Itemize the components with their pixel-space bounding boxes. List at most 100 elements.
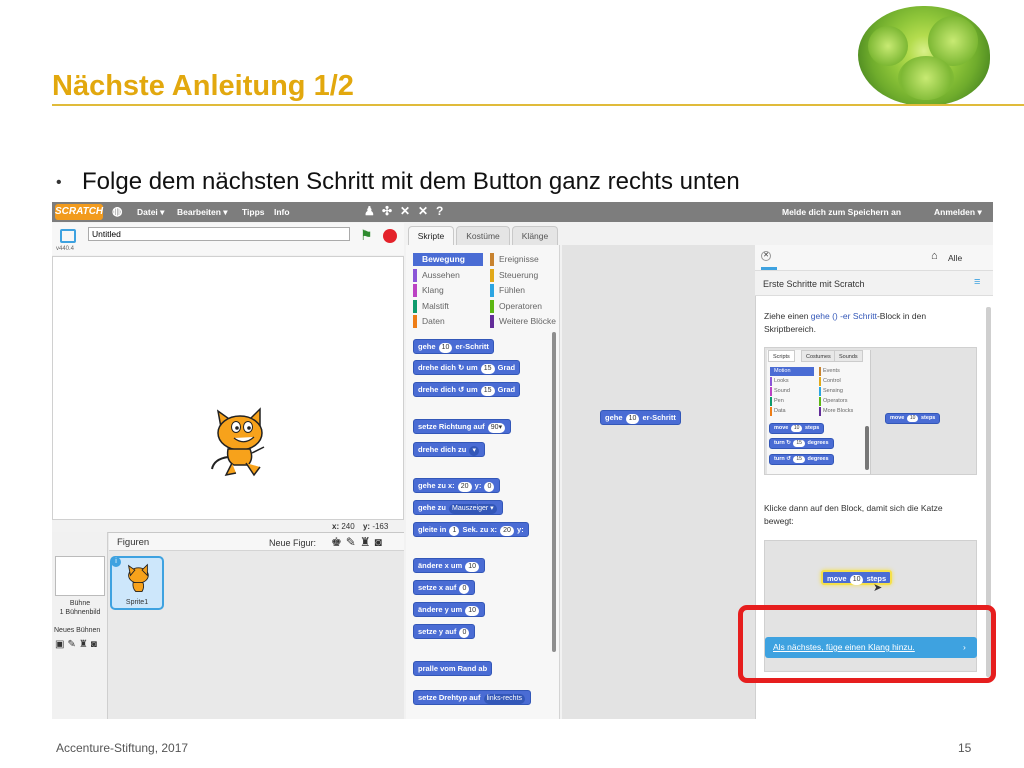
- stage-canvas[interactable]: [52, 256, 404, 520]
- palette-scrollbar[interactable]: [552, 332, 556, 652]
- new-backdrop-icons[interactable]: ▣✎♜◙: [55, 639, 100, 650]
- block-point-direction[interactable]: setze Richtung auf 90▾: [413, 419, 512, 434]
- tips-header: Erste Schritte mit Scratch ≡: [755, 271, 993, 296]
- highlight-box: [738, 605, 996, 683]
- new-backdrop-label: Neues Bühnen: [54, 627, 101, 634]
- duplicate-icon[interactable]: ♟: [364, 204, 375, 218]
- block-bounce[interactable]: pralle vom Rand ab: [413, 661, 493, 676]
- save-hint[interactable]: Melde dich zum Speichern an: [782, 207, 901, 217]
- new-sprite-label: Neue Figur:: [269, 538, 317, 548]
- category-1[interactable]: Bewegung: [413, 253, 483, 266]
- cat-sprite[interactable]: [208, 403, 270, 479]
- flower-image: [858, 6, 990, 106]
- scratch-logo[interactable]: SCRATCH: [55, 204, 103, 220]
- coord-y-label: y:: [362, 522, 371, 531]
- presentation-slide: Nächste Anleitung 1/2 • Folge dem nächst…: [0, 0, 1024, 768]
- block-turn-right[interactable]: drehe dich ↻ um 15 Grad: [413, 360, 521, 375]
- slide-title: Nächste Anleitung 1/2: [52, 70, 354, 102]
- title-divider: [52, 104, 1024, 106]
- block-change-y[interactable]: ändere y um 10: [413, 602, 486, 617]
- stage-label-wrap: Bühne 1 Bühnenbild: [52, 599, 108, 617]
- mini-turn-right-block: turn ↻ 15 degrees: [769, 438, 834, 449]
- menu-tips[interactable]: Tipps: [242, 207, 265, 217]
- mouse-coords: x: 240 y: -163: [332, 522, 388, 531]
- mini-tab-1: Scripts: [768, 350, 795, 362]
- mini-tab-3: Sounds: [834, 350, 863, 362]
- mini-category-8: Sensing: [819, 387, 865, 396]
- project-title-input[interactable]: [88, 227, 350, 241]
- block-turn-left[interactable]: drehe dich ↺ um 15 Grad: [413, 382, 521, 397]
- grow-icon[interactable]: ✕: [400, 204, 410, 218]
- block-goto-xy[interactable]: gehe zu x: 20 y: 0: [413, 478, 501, 493]
- login-link[interactable]: Anmelden ▾: [934, 207, 982, 218]
- block-set-x[interactable]: setze x auf 0: [413, 580, 476, 595]
- stage-label: Bühne: [69, 600, 91, 607]
- mini-tab-2: Costumes: [801, 350, 836, 362]
- stage-header: v440.4 ⚑: [52, 223, 404, 255]
- menu-about[interactable]: Info: [274, 207, 290, 217]
- fullscreen-icon[interactable]: [60, 229, 76, 243]
- category-7[interactable]: Steuerung: [490, 268, 558, 282]
- tab-sounds[interactable]: Klänge: [512, 226, 558, 246]
- cat-thumb-icon: [127, 563, 149, 592]
- menu-icon[interactable]: ≡: [974, 276, 980, 288]
- menu-file[interactable]: Datei ▾: [137, 207, 164, 218]
- globe-icon[interactable]: ◍: [112, 204, 122, 218]
- close-icon[interactable]: ✕: [761, 251, 771, 261]
- block-rotation-style[interactable]: setze Drehtyp auf links-rechts: [413, 690, 532, 705]
- cut-icon[interactable]: ✣: [382, 204, 392, 218]
- mini-move-block: move 10 steps: [769, 423, 825, 434]
- block-glide[interactable]: gleite in 1 Sek. zu x: 20 y:: [413, 522, 529, 537]
- shrink-icon[interactable]: ✕: [418, 204, 428, 218]
- sprite-name: Sprite1: [125, 599, 149, 606]
- menu-edit[interactable]: Bearbeiten ▾: [177, 207, 228, 218]
- category-6[interactable]: Ereignisse: [490, 253, 558, 266]
- block-move[interactable]: gehe 10 er-Schritt: [413, 339, 494, 354]
- script-move-block[interactable]: gehe 10 er-Schritt: [600, 410, 681, 425]
- cursor-icon: ➤: [873, 582, 883, 594]
- mini-category-5: Data: [770, 407, 814, 416]
- tips-toolbar: ✕ ⌂ Alle: [755, 245, 993, 271]
- category-10[interactable]: Weitere Blöcke: [490, 315, 558, 328]
- category-5[interactable]: Daten: [413, 315, 483, 328]
- slide-footer: Accenture-Stiftung, 2017: [56, 741, 189, 755]
- block-goto[interactable]: gehe zu Mauszeiger ▾: [413, 500, 503, 515]
- backdrop-thumbnail[interactable]: [55, 556, 105, 596]
- block-change-x[interactable]: ändere x um 10: [413, 558, 486, 573]
- category-9[interactable]: Operatoren: [490, 299, 558, 313]
- menu-bar: SCRATCH ◍ Datei ▾ Bearbeiten ▾ Tipps Inf…: [52, 202, 993, 222]
- progress-indicator: [761, 267, 777, 270]
- tab-scripts[interactable]: Skripte: [408, 226, 454, 246]
- mini-category-7: Control: [819, 377, 865, 386]
- mini-category-10: More Blocks: [819, 407, 865, 416]
- mini-category-9: Operators: [819, 397, 865, 406]
- mini-category-1: Motion: [770, 367, 814, 376]
- block-set-y[interactable]: setze y auf 0: [413, 624, 476, 639]
- category-8[interactable]: Fühlen: [490, 284, 558, 297]
- category-4[interactable]: Malstift: [413, 299, 483, 313]
- tab-costumes[interactable]: Kostüme: [456, 226, 510, 246]
- sprite-list-header: Figuren Neue Figur: ♚✎♜◙: [109, 533, 404, 551]
- all-tips-link[interactable]: Alle: [948, 253, 962, 263]
- category-2[interactable]: Aussehen: [413, 268, 483, 282]
- coord-x: 240: [341, 522, 355, 531]
- sprite1-thumbnail[interactable]: i Sprite1: [110, 556, 164, 610]
- mini-dragged-move-block: move 10 steps: [885, 413, 941, 424]
- tip-instruction-2: Klicke dann auf den Block, damit sich di…: [764, 503, 943, 526]
- block-point-towards[interactable]: drehe dich zu ▾: [413, 442, 485, 457]
- help-icon[interactable]: ?: [436, 204, 443, 218]
- home-icon[interactable]: ⌂: [931, 250, 938, 262]
- mini-category-6: Events: [819, 367, 865, 376]
- mini-category-2: Looks: [770, 377, 814, 386]
- bullet-icon: •: [56, 174, 62, 191]
- coord-x-label: x:: [332, 522, 340, 531]
- page-number: 15: [958, 741, 972, 755]
- scripts-area[interactable]: [562, 245, 755, 719]
- info-icon[interactable]: i: [111, 557, 121, 567]
- category-3[interactable]: Klang: [413, 284, 483, 297]
- tips-title: Erste Schritte mit Scratch: [763, 279, 865, 289]
- green-flag-icon[interactable]: ⚑: [360, 227, 373, 244]
- mini-category-4: Pen: [770, 397, 814, 406]
- new-sprite-icons[interactable]: ♚✎♜◙: [331, 535, 386, 549]
- stop-icon[interactable]: [383, 229, 397, 243]
